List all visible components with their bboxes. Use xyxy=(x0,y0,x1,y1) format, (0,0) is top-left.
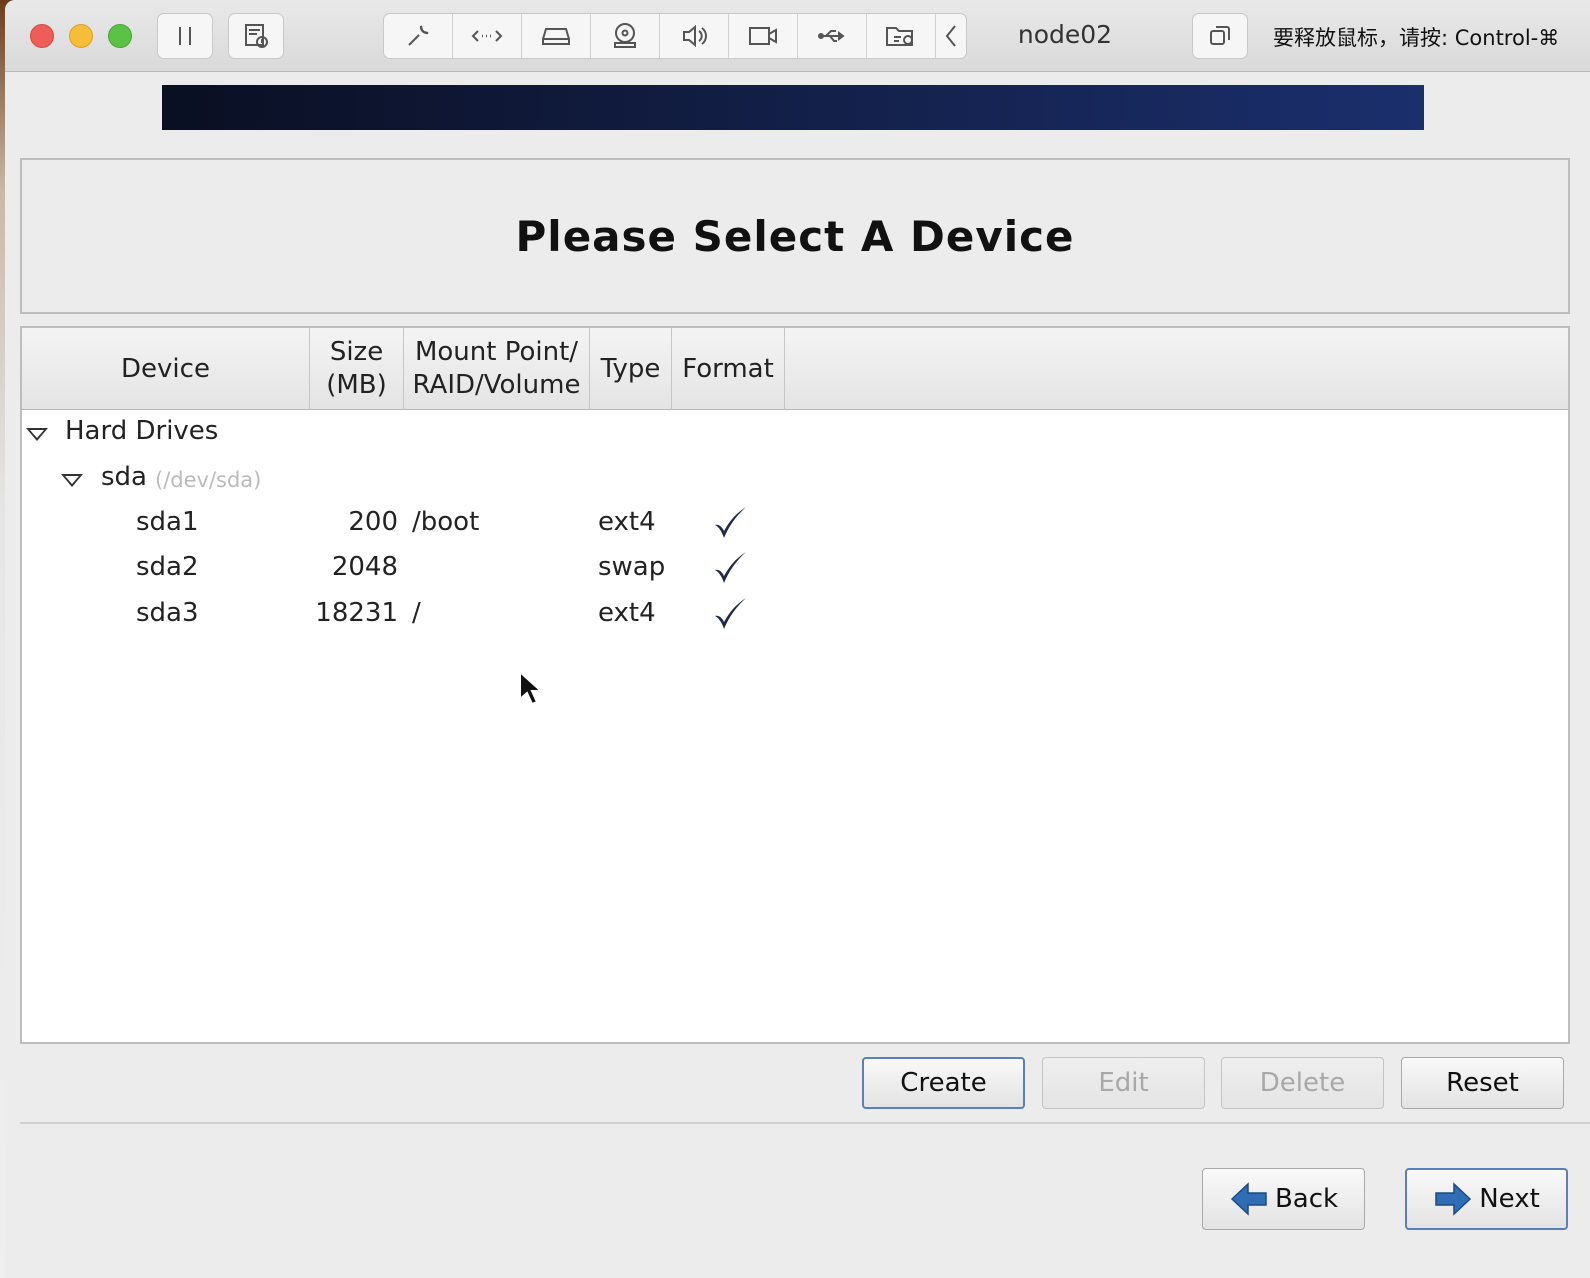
device-toolbar xyxy=(383,13,967,59)
tree-disk-sda[interactable]: sda (/dev/sda) xyxy=(22,462,1568,502)
usb-button[interactable] xyxy=(798,14,867,58)
partition-size: 18231 xyxy=(315,598,398,628)
partition-type: swap xyxy=(598,552,666,582)
column-header-device[interactable]: Device xyxy=(22,328,310,410)
table-row[interactable]: sda3 18231 / ext4 xyxy=(22,598,1568,638)
pause-icon xyxy=(179,27,191,45)
window-title: node02 xyxy=(1017,20,1113,49)
chevron-left-icon xyxy=(945,25,956,47)
column-header-mount[interactable]: Mount Point/ RAID/Volume xyxy=(404,328,590,410)
snapshot-icon xyxy=(245,24,268,48)
snapshot-button[interactable] xyxy=(228,13,284,59)
reset-button[interactable]: Reset xyxy=(1401,1057,1564,1109)
disk-name: sda xyxy=(101,462,147,492)
checkmark-icon xyxy=(715,507,746,538)
fullscreen-icon xyxy=(1210,26,1230,45)
cd-drive-icon xyxy=(614,23,636,48)
edit-button[interactable]: Edit xyxy=(1042,1057,1205,1109)
hard-disk-icon xyxy=(542,28,570,45)
device-tree-table[interactable]: Device Size (MB) Mount Point/ RAID/Volum… xyxy=(20,326,1570,1044)
checkmark-icon xyxy=(715,552,746,583)
partition-device: sda2 xyxy=(136,552,199,582)
arrow-left-icon xyxy=(1230,1182,1267,1216)
hard-disk-button[interactable] xyxy=(522,14,591,58)
partition-size: 200 xyxy=(348,507,398,537)
maximize-window-button[interactable] xyxy=(108,24,132,48)
tree-group-hard-drives[interactable]: Hard Drives xyxy=(22,416,1568,456)
next-label: Next xyxy=(1479,1184,1540,1214)
partition-device: sda1 xyxy=(136,507,199,537)
table-row[interactable]: sda2 2048 swap xyxy=(22,552,1568,592)
camera-button[interactable] xyxy=(729,14,798,58)
arrow-right-icon xyxy=(1435,1182,1472,1216)
toolbar-collapse-button[interactable] xyxy=(936,14,966,58)
column-header-type[interactable]: Type xyxy=(590,328,672,410)
speaker-icon xyxy=(683,24,707,48)
vm-window: node02 要释放鼠标，请按: Control-⌘ Please Select… xyxy=(5,0,1590,1278)
partition-size: 2048 xyxy=(331,552,398,582)
create-button[interactable]: Create xyxy=(862,1057,1025,1109)
usb-icon xyxy=(818,30,845,42)
partition-mount: /boot xyxy=(412,507,480,537)
mouse-release-hint: 要释放鼠标，请按: Control-⌘ xyxy=(1273,26,1560,50)
delete-button[interactable]: Delete xyxy=(1221,1057,1384,1109)
network-button[interactable] xyxy=(453,14,522,58)
partition-device: sda3 xyxy=(136,598,199,628)
settings-button[interactable] xyxy=(384,14,453,58)
shared-folder-button[interactable] xyxy=(867,14,936,58)
group-label: Hard Drives xyxy=(65,416,219,446)
column-header-size[interactable]: Size (MB) xyxy=(310,328,404,410)
vm-toolbar: node02 要释放鼠标，请按: Control-⌘ xyxy=(5,0,1590,72)
expander-triangle-icon[interactable] xyxy=(26,428,48,441)
close-window-button[interactable] xyxy=(30,24,54,48)
heading-panel: Please Select A Device xyxy=(20,158,1570,314)
wrench-icon xyxy=(408,25,429,46)
shared-folder-icon xyxy=(886,27,913,46)
separator xyxy=(20,1122,1590,1124)
back-button[interactable]: Back xyxy=(1202,1168,1365,1230)
cd-drive-button[interactable] xyxy=(591,14,660,58)
partition-type: ext4 xyxy=(598,598,656,628)
disk-path: (/dev/sda) xyxy=(155,468,262,492)
back-label: Back xyxy=(1274,1184,1339,1214)
expander-triangle-icon[interactable] xyxy=(61,474,83,487)
pause-button[interactable] xyxy=(157,13,213,59)
installer-banner xyxy=(162,85,1424,130)
next-button[interactable]: Next xyxy=(1405,1168,1568,1230)
partition-mount: / xyxy=(412,598,421,628)
table-row[interactable]: sda1 200 /boot ext4 xyxy=(22,507,1568,547)
minimize-window-button[interactable] xyxy=(69,24,93,48)
sound-button[interactable] xyxy=(660,14,729,58)
fullscreen-button[interactable] xyxy=(1192,13,1248,59)
camera-icon xyxy=(749,27,777,45)
network-arrows-icon xyxy=(471,30,503,42)
table-header: Device Size (MB) Mount Point/ RAID/Volum… xyxy=(22,328,1568,410)
mouse-cursor-icon xyxy=(519,670,542,706)
page-title: Please Select A Device xyxy=(515,211,1075,261)
checkmark-icon xyxy=(715,598,746,629)
column-header-format[interactable]: Format xyxy=(672,328,785,410)
partition-type: ext4 xyxy=(598,507,656,537)
